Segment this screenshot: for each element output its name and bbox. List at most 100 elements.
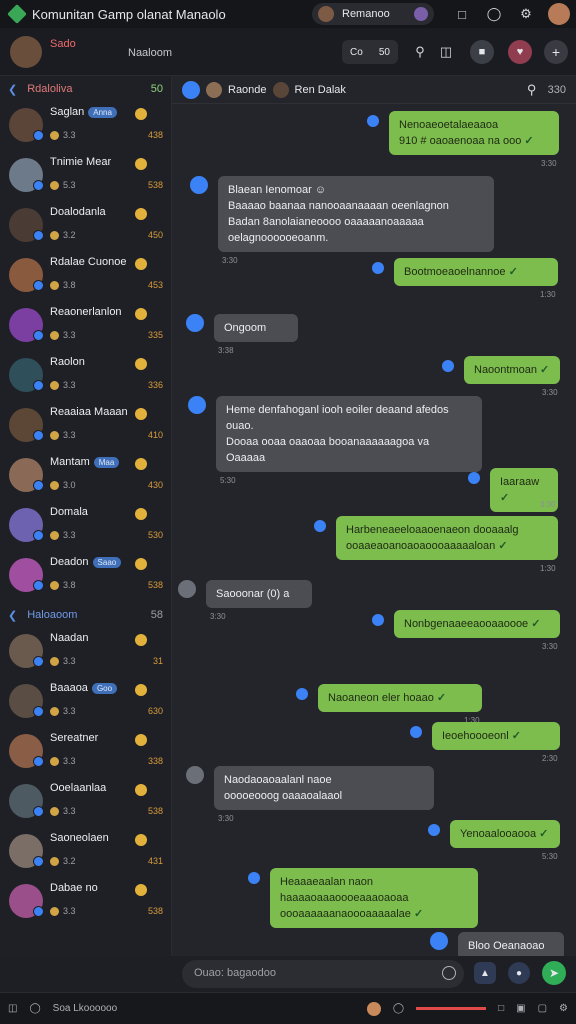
bookmark-icon[interactable]: □ bbox=[452, 4, 472, 24]
chat-list-item[interactable]: Reaaiaa Maaan 3.3 410 bbox=[0, 402, 171, 452]
read-check-icon: ✓ bbox=[500, 492, 510, 504]
mic-icon[interactable]: ● bbox=[508, 962, 530, 984]
chat-list-item[interactable]: Deadon Saao 3.8 538 bbox=[0, 552, 171, 602]
emoji-icon bbox=[135, 834, 147, 846]
avatar[interactable] bbox=[186, 766, 204, 784]
add-icon[interactable]: + bbox=[544, 40, 568, 64]
message-bubble[interactable]: Blaean Ienomoar ☺ Baaaao baanaa nanooaan… bbox=[218, 176, 494, 252]
message-input[interactable]: Ouao: bagaodoo bbox=[182, 960, 464, 988]
settings-icon[interactable]: ⚙ bbox=[559, 1003, 568, 1014]
expand-icon[interactable]: ▢ bbox=[538, 1003, 547, 1014]
chat-list-item[interactable]: Doalodanla 3.2 450 bbox=[0, 202, 171, 252]
reaction-icon bbox=[428, 824, 440, 836]
chat-list-item[interactable]: Domala 3.3 530 bbox=[0, 502, 171, 552]
reaction-icon bbox=[50, 430, 59, 440]
chat-name: Mantam bbox=[50, 456, 90, 468]
chat-tag: Anna bbox=[88, 106, 117, 118]
message-bubble[interactable]: Nonbgenaaeeaooaaoooe ✓ bbox=[394, 610, 560, 638]
pin-icon[interactable]: ■ bbox=[470, 40, 494, 64]
chat-name: Doalodanla bbox=[50, 206, 106, 218]
avatar[interactable] bbox=[10, 36, 42, 68]
chat-list-item[interactable]: Naadan 3.3 31 bbox=[0, 628, 171, 678]
chat-list-item[interactable]: Saoneolaen 3.2 431 bbox=[0, 828, 171, 878]
message-time: 3:30 bbox=[541, 159, 557, 168]
timer-icon[interactable]: ◯ bbox=[393, 1003, 404, 1014]
chat-icon[interactable]: ◯ bbox=[29, 1003, 40, 1014]
chat-list-item[interactable]: Raolon 3.3 336 bbox=[0, 352, 171, 402]
chat-list-item[interactable]: Sereatner 3.3 338 bbox=[0, 728, 171, 778]
avatar bbox=[9, 208, 44, 242]
message-bubble[interactable]: Heme denfahoganl iooh eoiler deaand afed… bbox=[216, 396, 482, 472]
message-bubble[interactable]: Bootmoeaoelnannoe ✓ bbox=[394, 258, 558, 286]
chat-count: 438 bbox=[147, 130, 163, 140]
message-bubble[interactable]: Yenoaalooaooa ✓ bbox=[450, 820, 560, 848]
avatar[interactable] bbox=[178, 580, 196, 598]
attach-icon[interactable]: ▲ bbox=[474, 962, 496, 984]
message-bubble[interactable]: Harbeneaeeloaaoenaeon dooaaalg ooaaeaoan… bbox=[336, 516, 558, 560]
chat-list-item[interactable]: Reaonerlanlon 3.3 335 bbox=[0, 302, 171, 352]
message-bubble[interactable]: Naoontmoan ✓ bbox=[464, 356, 560, 384]
chat-tag: Goo bbox=[91, 682, 118, 694]
message-bubble[interactable]: Naoaneon eler hoaao ✓ bbox=[318, 684, 482, 712]
avatar bbox=[9, 834, 44, 868]
avatar[interactable] bbox=[188, 396, 206, 414]
chat-name: Ooelaanlaa bbox=[50, 782, 107, 794]
reaction-icon bbox=[50, 380, 59, 390]
heart-icon[interactable]: ♥ bbox=[508, 40, 532, 64]
search-icon[interactable]: ⚲ bbox=[410, 42, 430, 62]
read-check-icon: ✓ bbox=[505, 266, 518, 278]
message-bubble[interactable]: Saooonar (0) a bbox=[206, 580, 312, 608]
message-composer: Ouao: bagaodoo ▲ ● ➤ bbox=[172, 956, 576, 992]
profile-avatar[interactable] bbox=[548, 3, 570, 25]
message-bubble[interactable]: Bloo Oeanaoao bbox=[458, 932, 564, 956]
layout-icon[interactable]: ◫ bbox=[8, 1003, 17, 1014]
chat-list-item[interactable]: Ooelaanlaa 3.3 538 bbox=[0, 778, 171, 828]
settings-icon[interactable]: ⚙ bbox=[516, 4, 536, 24]
search-icon[interactable]: ⚲ bbox=[522, 80, 542, 100]
chat-count: 530 bbox=[147, 530, 163, 540]
chat-list-item[interactable]: Baaaoa Goo 3.3 630 bbox=[0, 678, 171, 728]
reaction-icon bbox=[50, 530, 59, 540]
chat-meta: 3.3 bbox=[63, 906, 76, 916]
call-name: Remanoo bbox=[342, 8, 390, 20]
chat-list-item[interactable]: Dabae no 3.3 538 bbox=[0, 878, 171, 928]
chat-meta: 3.8 bbox=[63, 580, 76, 590]
message-bubble[interactable]: Nenoaeoetalaeaaoa 910 # oaoaenoaa na ooo… bbox=[389, 111, 559, 155]
reaction-icon bbox=[50, 856, 59, 866]
reaction-icon bbox=[296, 688, 308, 700]
filter-pill[interactable]: Co 50 bbox=[342, 40, 398, 64]
message-text: Bloo Oeanaoao bbox=[468, 940, 545, 952]
chat-name: Saglan bbox=[50, 106, 85, 118]
avatar bbox=[9, 734, 44, 768]
message-bubble[interactable]: Ongoom bbox=[214, 314, 298, 342]
chat-count: 431 bbox=[147, 856, 163, 866]
avatar[interactable] bbox=[430, 932, 448, 950]
message-bubble[interactable]: Heaaaeaalan naon haaaaoaaaoooeaaaoaoaa o… bbox=[270, 868, 478, 928]
section-header[interactable]: ❮ Haloaoom 58 bbox=[0, 602, 171, 628]
copy-icon[interactable]: □ bbox=[498, 1003, 504, 1014]
avatar[interactable] bbox=[190, 176, 208, 194]
message-bubble[interactable]: Ieoehoooeonl ✓ bbox=[432, 722, 560, 750]
chat-list-item[interactable]: Tnimie Mear 5.3 538 bbox=[0, 152, 171, 202]
emoji-icon bbox=[135, 258, 147, 270]
message-bubble[interactable]: Naodaoaoaalanl naoe ooooeooog oaaaoalaao… bbox=[214, 766, 434, 810]
send-button[interactable]: ➤ bbox=[542, 961, 566, 985]
chat-list-item[interactable]: Mantam Maa 3.0 430 bbox=[0, 452, 171, 502]
image-icon[interactable]: ▣ bbox=[516, 1003, 525, 1014]
chat-count: 31 bbox=[152, 656, 163, 666]
chat-subtitle: Ren Dalak bbox=[294, 83, 346, 96]
section-header[interactable]: ❮ Rdaloliva 50 bbox=[0, 76, 171, 102]
avatar bbox=[9, 358, 44, 392]
avatar[interactable] bbox=[186, 314, 204, 332]
columns-icon[interactable]: ◫ bbox=[436, 42, 456, 62]
message-time: 3:30 bbox=[222, 256, 238, 265]
message-text: Naoontmoan bbox=[474, 364, 537, 376]
avatar bbox=[366, 1001, 381, 1016]
chat-list-item[interactable]: Rdalae Cuonoe 3.8 453 bbox=[0, 252, 171, 302]
chat-bubble-icon[interactable]: ◯ bbox=[484, 4, 504, 24]
message-text: Yenoaalooaooa bbox=[460, 828, 537, 840]
active-call-pill[interactable]: Remanoo bbox=[312, 3, 434, 25]
read-check-icon: ✓ bbox=[536, 828, 549, 840]
emoji-icon[interactable] bbox=[442, 966, 456, 980]
chat-list-item[interactable]: Saglan Anna 3.3 438 bbox=[0, 102, 171, 152]
